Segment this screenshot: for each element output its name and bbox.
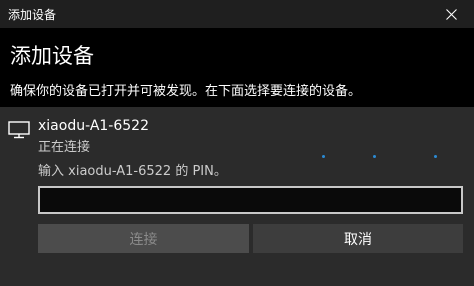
- window-title: 添加设备: [8, 8, 57, 22]
- title-bar: 添加设备: [0, 0, 474, 28]
- dialog-heading: 添加设备: [10, 44, 94, 68]
- device-status: 正在连接: [38, 140, 91, 155]
- progress-dot: [322, 155, 325, 158]
- progress-dot: [373, 155, 376, 158]
- close-icon: [445, 8, 457, 20]
- device-panel: xiaodu-A1-6522 正在连接 输入 xiaodu-A1-6522 的 …: [0, 107, 474, 286]
- device-name: xiaodu-A1-6522: [38, 118, 149, 134]
- dialog-subtitle: 确保你的设备已打开并可被发现。在下面选择要连接的设备。: [10, 84, 362, 99]
- cancel-button[interactable]: 取消: [253, 224, 463, 253]
- close-button[interactable]: [428, 0, 474, 28]
- pin-input[interactable]: [38, 186, 463, 214]
- connect-button[interactable]: 连接: [38, 224, 249, 253]
- progress-dot: [434, 155, 437, 158]
- pin-prompt: 输入 xiaodu-A1-6522 的 PIN。: [38, 164, 227, 179]
- monitor-icon: [8, 121, 30, 139]
- progress-indicator: [322, 155, 442, 159]
